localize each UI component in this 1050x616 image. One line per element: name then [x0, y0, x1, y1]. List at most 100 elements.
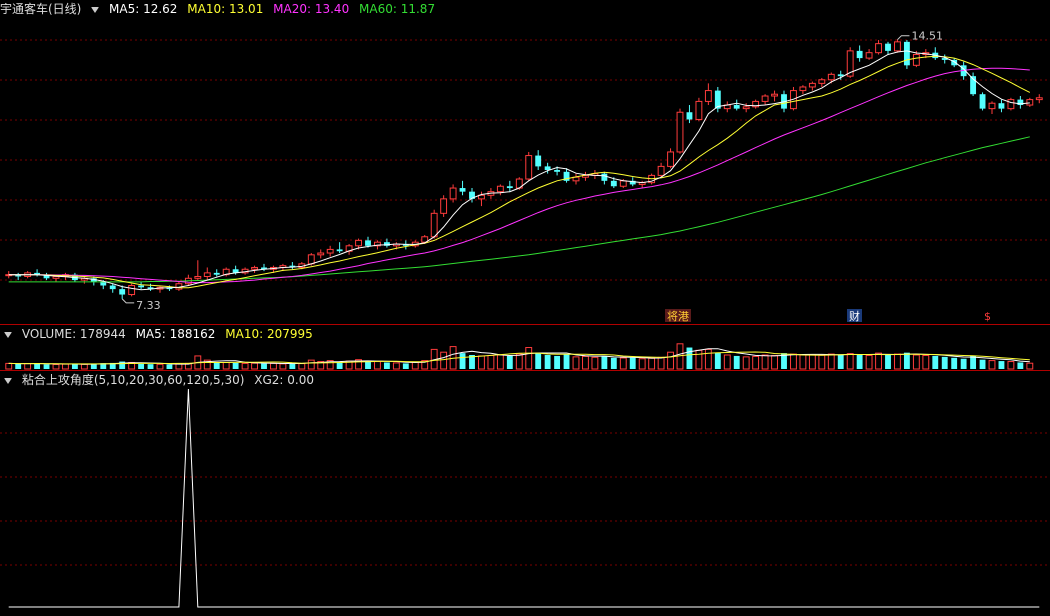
volume-bar: [525, 347, 533, 370]
candle-body: [326, 248, 334, 254]
high-price-label: 14.51: [911, 30, 943, 43]
chevron-down-icon[interactable]: [4, 331, 12, 338]
volume-bar: [771, 354, 778, 370]
candle-body: [912, 53, 920, 66]
volume-bar: [487, 354, 495, 370]
ma60-line: [8, 136, 1030, 283]
volume-bar: [374, 361, 381, 370]
ma10-line: [8, 55, 1031, 289]
candle-body: [894, 41, 901, 52]
candle-body: [704, 90, 712, 102]
volume-bar: [459, 353, 466, 369]
volume-bar: [15, 363, 22, 369]
volume-bar: [856, 355, 863, 369]
chevron-down-icon[interactable]: [91, 6, 100, 13]
dividend-marker-label: $: [984, 310, 991, 323]
volume-bar: [875, 352, 882, 370]
candle-body: [317, 252, 325, 256]
volume-bar: [799, 354, 807, 370]
volume-ma10-label: MA10: 207995: [225, 327, 313, 341]
volume-bar: [80, 363, 88, 370]
volume-bar: [279, 363, 287, 370]
volume-bar: [62, 363, 69, 370]
volume-bar: [790, 353, 797, 370]
volume-bar: [52, 364, 60, 370]
candle-body: [818, 79, 826, 84]
ma20-label: MA20: 13.40: [273, 2, 350, 16]
candle-body: [506, 186, 513, 189]
volume-bar: [24, 363, 32, 370]
volume-pane[interactable]: VOLUME: 178944 MA5: 188162 MA10: 207995: [0, 325, 1050, 370]
candle-body: [601, 173, 608, 181]
event-marker-label: 将港: [667, 310, 689, 323]
candle-body: [440, 198, 448, 214]
volume-bar: [289, 363, 296, 369]
volume-bar: [922, 354, 930, 370]
candle-body: [988, 102, 996, 110]
volume-bar: [648, 357, 656, 370]
volume-bar: [392, 362, 400, 370]
volume-bar: [846, 353, 854, 370]
candle-body: [203, 272, 211, 277]
candle-body: [100, 281, 107, 286]
volume-bar: [657, 356, 665, 370]
volume-bar: [222, 361, 230, 370]
volume-bar: [1017, 362, 1024, 369]
candle-body: [554, 170, 561, 172]
indicator-pane[interactable]: 粘合上攻角度(5,10,20,30,60,120,5,30) XG2: 0.00: [0, 371, 1050, 616]
volume-bar: [912, 354, 920, 370]
volume-bar: [515, 353, 523, 370]
chevron-down-icon[interactable]: [4, 377, 12, 384]
price-chart[interactable]: 14.51 7.33 将港 财 $: [0, 0, 1050, 324]
volume-bar: [704, 348, 712, 370]
volume-bar: [894, 353, 901, 370]
volume-header: VOLUME: 178944 MA5: 188162 MA10: 207995: [0, 325, 319, 343]
candle-body: [544, 166, 551, 170]
volume-bar: [686, 347, 693, 369]
candle-body: [771, 93, 778, 97]
candle-body: [742, 106, 750, 110]
candle-body: [856, 50, 863, 59]
candle-body: [733, 105, 740, 109]
volume-bar: [827, 353, 835, 370]
candle-body: [459, 188, 466, 192]
candle-body: [138, 285, 145, 288]
volume-bar: [629, 357, 636, 369]
candle-body: [307, 254, 315, 265]
volume-title: VOLUME: 178944: [21, 327, 126, 341]
candle-body: [998, 103, 1005, 109]
volume-bar: [865, 354, 873, 370]
volume-bar: [714, 352, 721, 369]
volume-bar: [402, 363, 409, 369]
candle-body: [686, 112, 693, 120]
volume-bar: [383, 362, 390, 369]
volume-bar: [156, 363, 164, 370]
volume-bar: [932, 355, 939, 369]
volume-bar: [667, 351, 674, 370]
volume-bar: [761, 354, 769, 370]
volume-bar: [261, 363, 267, 369]
candle-body: [355, 239, 362, 247]
volume-bar: [241, 362, 249, 370]
candle-body: [194, 275, 202, 279]
indicator-chart[interactable]: [0, 371, 1050, 616]
price-pane[interactable]: 14.51 7.33 将港 财 $ 宇通客车(日线) MA5: 12.62 MA10: …: [0, 0, 1050, 324]
volume-bar: [554, 355, 561, 369]
candle-body: [128, 285, 136, 296]
volume-bar: [619, 357, 627, 370]
volume-bar: [1007, 361, 1015, 370]
low-marker-arrow: [121, 298, 135, 304]
volume-bar: [960, 358, 967, 369]
candle-body: [430, 212, 438, 238]
volume-bar: [298, 363, 306, 370]
volume-bar: [232, 362, 239, 369]
price-header: 宇通客车(日线) MA5: 12.62 MA10: 13.01 MA20: 13…: [0, 0, 441, 18]
candle-body: [885, 43, 891, 51]
volume-bar: [733, 355, 740, 369]
volume-bar: [336, 362, 343, 369]
xg2-label: XG2: 0.00: [254, 373, 314, 387]
volume-bar: [572, 356, 580, 370]
candle-body: [213, 272, 220, 275]
candle-body: [875, 43, 882, 54]
ma10-label: MA10: 13.01: [187, 2, 264, 16]
